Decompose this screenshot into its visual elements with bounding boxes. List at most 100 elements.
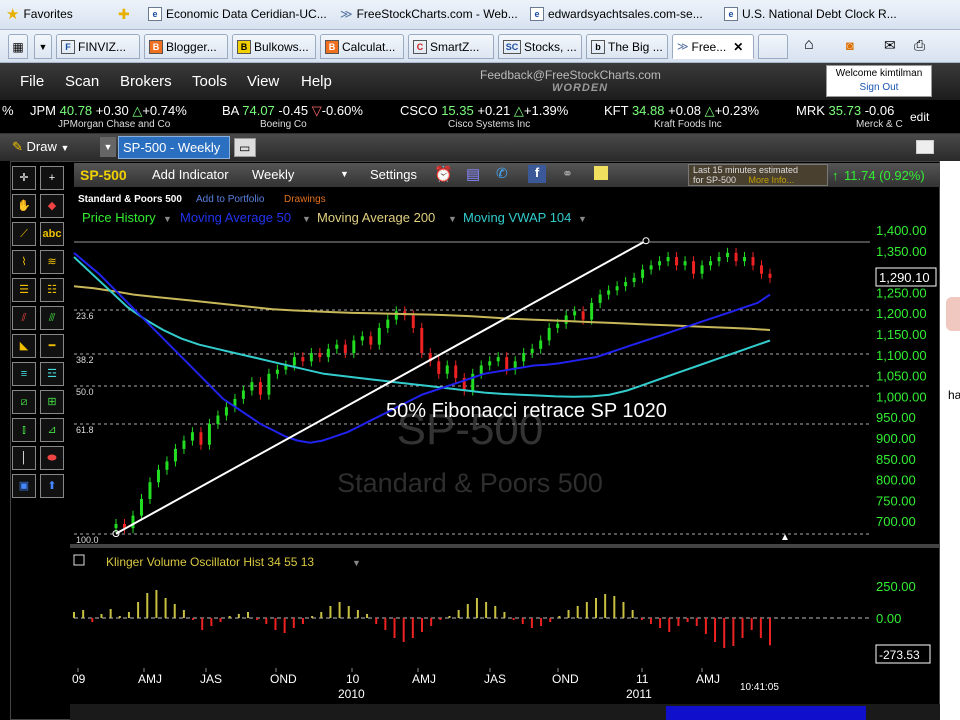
ticker-price: 35.73 <box>828 103 862 118</box>
layout-icon[interactable] <box>916 140 934 154</box>
chart-symbol[interactable]: SP-500 <box>80 167 127 183</box>
ticker-item[interactable]: CSCO 15.35 +0.21 △+1.39% <box>400 103 568 119</box>
draw-button[interactable]: ✎ Draw ▼ <box>12 139 69 155</box>
eraser-tool-icon[interactable]: ◆ <box>40 194 64 218</box>
browser-tab[interactable]: C SmartZ... <box>408 34 494 59</box>
arrow-tool-icon[interactable]: ⬆ <box>40 474 64 498</box>
twitter-icon[interactable]: ✆ <box>496 165 508 182</box>
add-indicator-button[interactable]: Add Indicator <box>152 167 229 182</box>
time-axis-label: JAS <box>484 672 506 686</box>
price-tick-label: 1,250.00 <box>876 285 927 300</box>
favorites-button[interactable]: ★ Favorites <box>6 5 73 23</box>
new-chart-tab-button[interactable]: ▭ <box>234 138 256 157</box>
bands-tool-icon[interactable]: ☲ <box>40 362 64 386</box>
menu-file[interactable]: File <box>20 73 44 90</box>
favorite-link[interactable]: e U.S. National Debt Clock R... <box>724 5 897 23</box>
vertical-line-tool-icon[interactable]: │ <box>12 446 36 470</box>
browser-tab[interactable]: b The Big ... <box>586 34 668 59</box>
feedback-link[interactable]: Feedback@FreeStockCharts.com <box>480 68 661 82</box>
browser-tab[interactable]: SC Stocks, ... <box>498 34 582 59</box>
browser-tab[interactable]: F FINVIZ... <box>56 34 140 59</box>
add-to-portfolio-link[interactable]: Add to Portfolio <box>196 194 265 205</box>
facebook-icon[interactable]: f <box>528 165 546 183</box>
browser-tab[interactable]: B Calculat... <box>320 34 404 59</box>
chevron-down-icon[interactable]: ▼ <box>163 214 172 224</box>
levels-tool-icon[interactable]: ≡ <box>12 362 36 386</box>
settings-button[interactable]: Settings <box>370 167 417 182</box>
menu-scan[interactable]: Scan <box>65 73 99 90</box>
close-icon[interactable]: ✕ <box>733 40 743 54</box>
ticker-item[interactable]: JPM 40.78 +0.30 △+0.74% <box>30 103 187 119</box>
drawings-link[interactable]: Drawings <box>284 194 326 205</box>
browser-tab[interactable]: B Blogger... <box>144 34 228 59</box>
fan-tool-icon[interactable]: ⌇ <box>12 250 36 274</box>
arc-tool-icon[interactable]: ◣ <box>12 334 36 358</box>
notes-icon[interactable]: ▤ <box>466 165 480 183</box>
hand-tool-icon[interactable]: ✋ <box>12 194 36 218</box>
mail-icon[interactable]: ✉ <box>884 37 896 54</box>
crosshair-tool-icon[interactable]: ✛ <box>12 166 36 190</box>
candle-up <box>666 257 670 262</box>
welcome-box: Welcome kimtilman Sign Out <box>826 65 932 97</box>
sticky-note-icon[interactable] <box>594 166 608 180</box>
fib-retrace-tool-icon[interactable]: ☰ <box>12 278 36 302</box>
chevron-down-icon: ▼ <box>60 143 70 153</box>
legend-ma200[interactable]: Moving Average 200 <box>317 210 435 225</box>
grid-tool-icon[interactable]: ⊞ <box>40 390 64 414</box>
legend-vwap[interactable]: Moving VWAP 104 <box>463 210 571 225</box>
legend-ma50[interactable]: Moving Average 50 <box>180 210 291 225</box>
candle-down <box>675 257 679 266</box>
menu-brokers[interactable]: Brokers <box>120 73 172 90</box>
browser-tab[interactable]: B Bulkows... <box>232 34 316 59</box>
ticker-item[interactable]: MRK 35.73 -0.06 <box>796 103 894 118</box>
trendline-tool-icon[interactable]: ⟋ <box>12 222 36 246</box>
chevron-down-icon[interactable]: ▼ <box>578 214 587 224</box>
ticker-edit-link[interactable]: edit <box>910 110 929 124</box>
legend-price-history[interactable]: Price History <box>82 210 156 225</box>
pitchfork-tool-icon[interactable]: ⫽ <box>12 306 36 330</box>
menu-tools[interactable]: Tools <box>192 73 227 90</box>
favorite-link[interactable]: e Economic Data Ceridian-UC... <box>148 5 327 23</box>
alarm-icon[interactable]: ⏰ <box>434 165 453 183</box>
more-info-link[interactable]: More Info... <box>749 175 795 185</box>
tab-list-button[interactable]: ▼ <box>34 34 52 59</box>
channel-tool-icon[interactable]: ⫻ <box>40 306 64 330</box>
ticker-item[interactable]: % <box>2 103 14 118</box>
speedlines-tool-icon[interactable]: ≋ <box>40 250 64 274</box>
crosshair-plus-icon[interactable]: + <box>40 166 64 190</box>
fib-ext-tool-icon[interactable]: ☷ <box>40 278 64 302</box>
favorite-link[interactable]: e edwardsyachtsales.com-se... <box>530 5 703 23</box>
chevron-down-icon[interactable]: ▼ <box>302 214 311 224</box>
home-icon[interactable]: ⌂ <box>804 36 814 54</box>
chevron-down-icon[interactable]: ▼ <box>340 169 349 179</box>
menu-help[interactable]: Help <box>301 73 332 90</box>
price-tick-label: 1,050.00 <box>876 369 927 384</box>
cycle-tool-icon[interactable]: ⫾ <box>12 418 36 442</box>
tab-label: Bulkows... <box>254 39 309 54</box>
candle-down <box>301 357 305 362</box>
ellipse-tool-icon[interactable]: ⬬ <box>40 446 64 470</box>
text-tool-icon[interactable]: abc <box>40 222 64 246</box>
add-favorite-button[interactable]: ✚ <box>118 5 130 23</box>
gann-tool-icon[interactable]: ⧄ <box>12 390 36 414</box>
favorite-link[interactable]: ≫ FreeStockCharts.com - Web... <box>340 5 518 23</box>
candle-up <box>743 257 747 262</box>
horizontal-line-tool-icon[interactable]: ━ <box>40 334 64 358</box>
ticker-item[interactable]: KFT 34.88 +0.08 △+0.23% <box>604 103 759 119</box>
rectangle-tool-icon[interactable]: ▣ <box>12 474 36 498</box>
chart-tab[interactable]: SP-500 - Weekly <box>118 136 230 159</box>
rss-feed-icon[interactable]: ◙ <box>846 38 854 53</box>
chart-tab-menu-button[interactable]: ▼ <box>100 137 116 157</box>
period-select[interactable]: Weekly <box>252 167 294 182</box>
price-chart[interactable]: Standard & Poors 500 Add to Portfolio Dr… <box>70 188 940 720</box>
print-icon[interactable]: ⎙ <box>914 37 925 54</box>
ruler-tool-icon[interactable]: ⊿ <box>40 418 64 442</box>
browser-tab-active[interactable]: ≫ Free... ✕ <box>672 34 754 59</box>
menu-view[interactable]: View <box>247 73 279 90</box>
sign-out-link[interactable]: Sign Out <box>827 82 931 93</box>
new-tab-button[interactable] <box>758 34 788 59</box>
share-icon[interactable]: ⚭ <box>562 166 573 182</box>
quick-tabs-button[interactable]: ▦ <box>8 34 28 59</box>
ticker-item[interactable]: BA 74.07 -0.45 ▽-0.60% <box>222 103 363 119</box>
chevron-down-icon[interactable]: ▼ <box>448 214 457 224</box>
